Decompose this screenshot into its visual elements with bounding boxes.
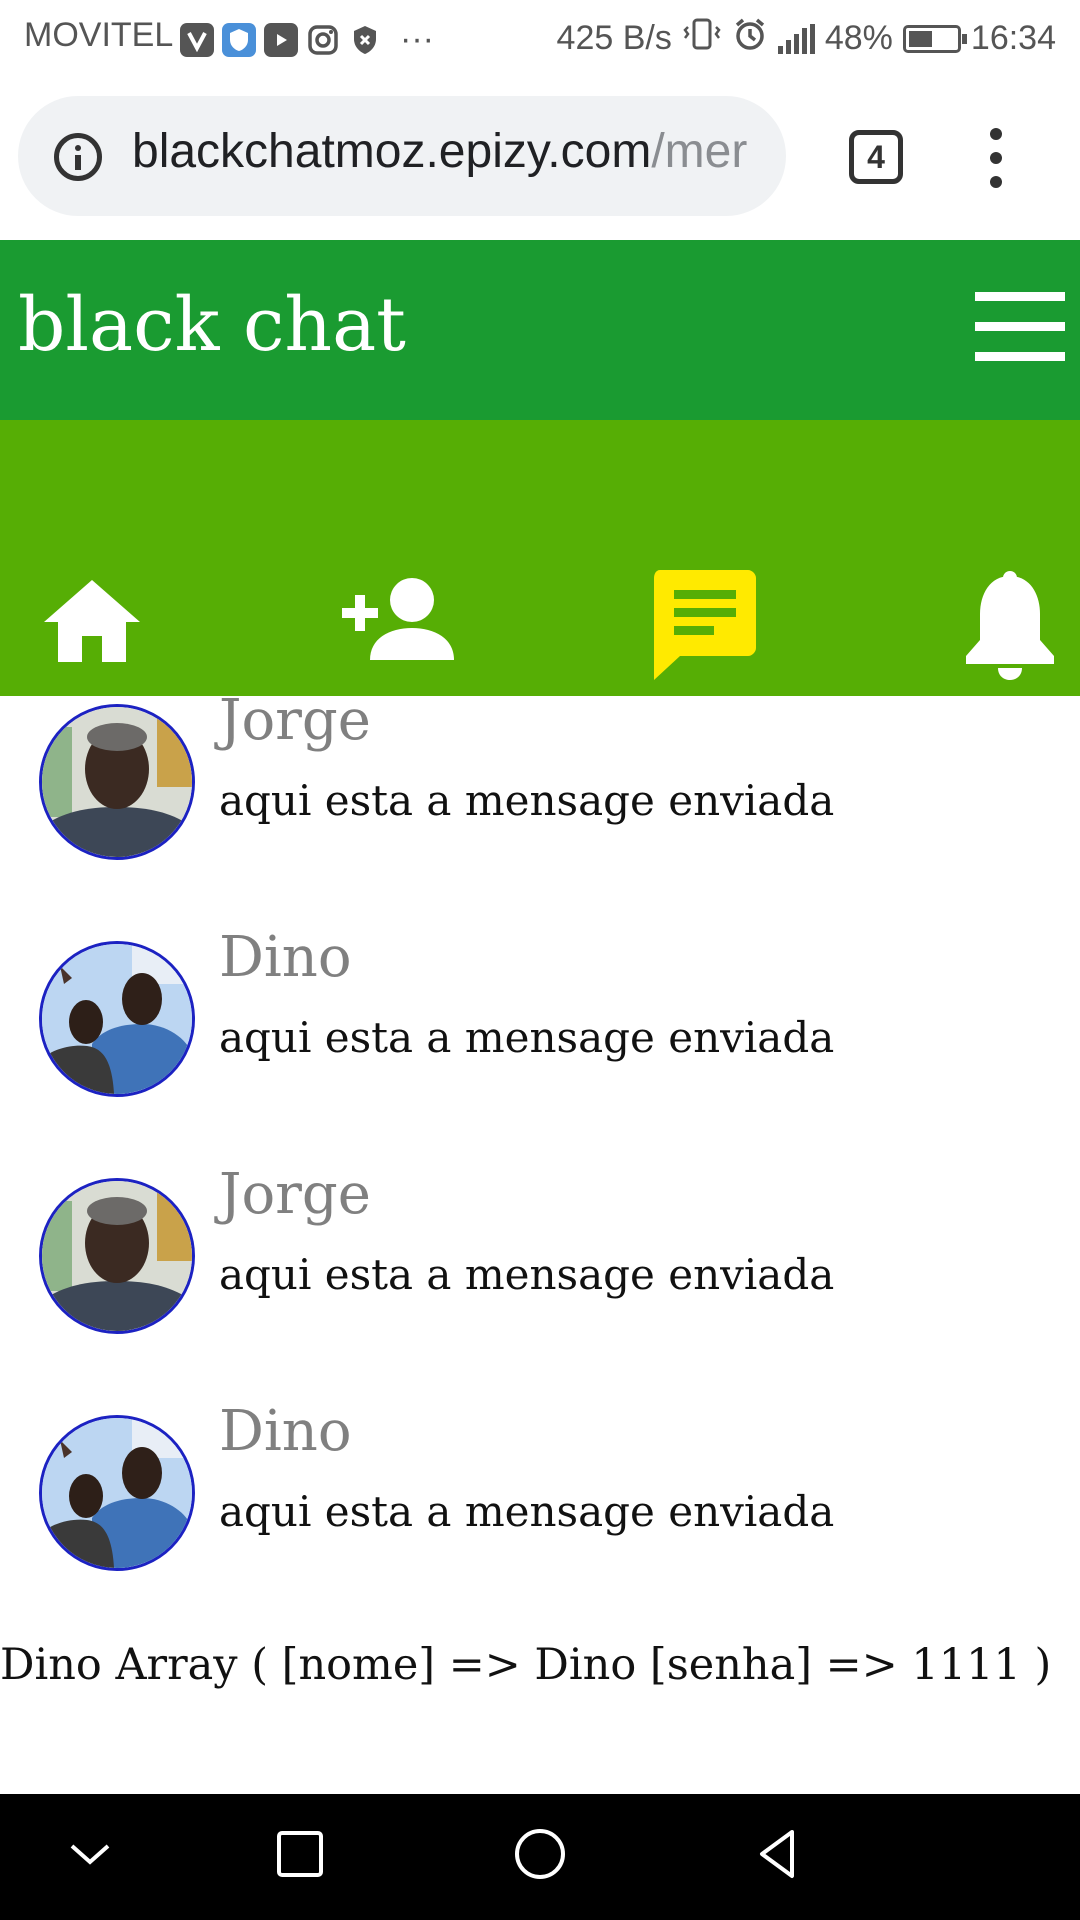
avatar-dino[interactable] xyxy=(39,1415,195,1571)
clock: 16:34 xyxy=(970,19,1056,57)
chat-message-preview: aqui esta a mensage enviada xyxy=(219,1013,835,1062)
chat-list-item[interactable]: Dino aqui esta a mensage enviada xyxy=(0,925,1080,1113)
status-bar: MOVITEL ··· 425 B/s 48% 16:34 xyxy=(0,0,1080,76)
avatar-jorge[interactable] xyxy=(39,704,195,860)
debug-output-text: Dino Array ( [nome] => Dino [senha] => 1… xyxy=(0,1640,1052,1690)
battery-percent: 48% xyxy=(824,19,893,57)
chat-message-preview: aqui esta a mensage enviada xyxy=(219,1487,835,1536)
address-bar[interactable]: blackchatmoz.epizy.com/mer xyxy=(18,96,786,216)
alarm-icon xyxy=(732,16,768,61)
avatar-dino[interactable] xyxy=(39,941,195,1097)
chevron-down-icon xyxy=(70,1844,110,1865)
youtube-icon xyxy=(264,22,298,57)
app-header: black chat xyxy=(0,240,1080,420)
home-icon xyxy=(44,580,140,662)
url-path: /mer xyxy=(651,125,748,178)
chat-list-item[interactable]: Dino aqui esta a mensage enviada xyxy=(0,1399,1080,1587)
chat-list-item[interactable]: Jorge aqui esta a mensage enviada xyxy=(0,688,1080,876)
signal-icon xyxy=(777,23,815,54)
battery-icon xyxy=(902,24,967,53)
back-button[interactable] xyxy=(748,1824,808,1884)
chat-message-preview: aqui esta a mensage enviada xyxy=(219,1250,835,1299)
avatar-jorge[interactable] xyxy=(39,1178,195,1334)
browser-menu-icon[interactable] xyxy=(980,128,1012,188)
status-right: 425 B/s 48% 16:34 xyxy=(557,16,1056,61)
nav-add-friend[interactable] xyxy=(340,570,456,690)
circle-icon xyxy=(515,1829,565,1879)
recents-button[interactable] xyxy=(270,1824,330,1884)
carrier-label: MOVITEL xyxy=(24,16,174,54)
vibrate-icon xyxy=(682,17,722,60)
nav-messages[interactable] xyxy=(652,570,756,690)
add-person-icon xyxy=(342,578,454,660)
url-text[interactable]: blackchatmoz.epizy.com/mer xyxy=(132,124,747,179)
chat-contact-name: Jorge xyxy=(219,1162,371,1227)
shield-app-icon xyxy=(222,22,256,57)
instagram-icon xyxy=(306,23,340,57)
chat-icon xyxy=(654,570,756,680)
v-app-icon xyxy=(180,22,214,57)
app-nav-bar xyxy=(0,420,1080,696)
more-notifications-icon: ··· xyxy=(400,20,434,58)
chat-contact-name: Dino xyxy=(219,1399,352,1464)
bell-icon xyxy=(966,571,1054,680)
nav-home[interactable] xyxy=(40,570,144,690)
home-button[interactable] xyxy=(510,1824,570,1884)
chat-message-preview: aqui esta a mensage enviada xyxy=(219,776,835,825)
tab-switcher-button[interactable]: 4 xyxy=(849,130,903,184)
url-host: blackchatmoz.epizy.com xyxy=(132,125,652,178)
info-icon[interactable] xyxy=(54,133,102,181)
security-shield-icon xyxy=(348,23,382,57)
app-title: black chat xyxy=(18,282,406,368)
chat-contact-name: Dino xyxy=(219,925,352,990)
system-nav-bar xyxy=(0,1794,1080,1920)
chat-contact-name: Jorge xyxy=(219,688,371,753)
hide-keyboard-button[interactable] xyxy=(60,1824,120,1884)
browser-toolbar: blackchatmoz.epizy.com/mer 4 xyxy=(0,76,1080,240)
back-triangle-icon xyxy=(760,1830,794,1878)
notification-icons: ··· xyxy=(180,20,434,59)
square-icon xyxy=(277,1831,323,1877)
network-speed: 425 B/s xyxy=(556,19,672,57)
nav-notifications[interactable] xyxy=(962,570,1058,690)
menu-icon[interactable] xyxy=(975,292,1065,362)
chat-list-item[interactable]: Jorge aqui esta a mensage enviada xyxy=(0,1162,1080,1350)
